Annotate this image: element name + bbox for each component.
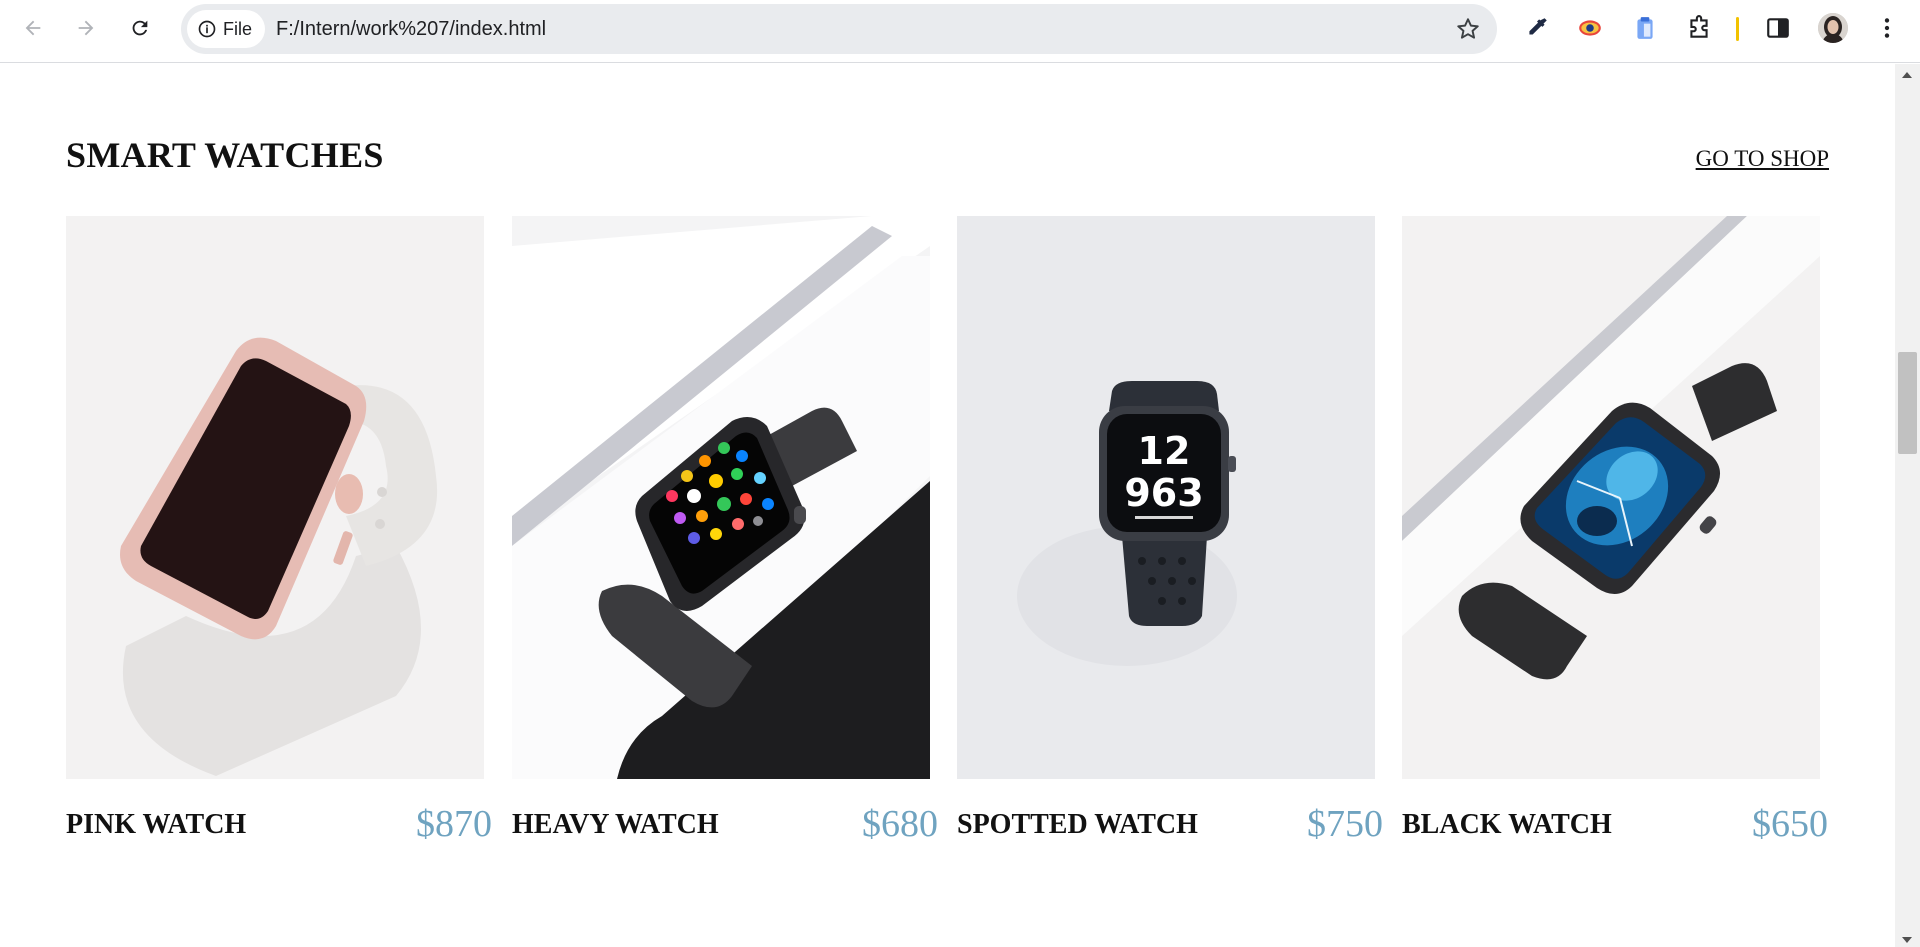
product-card[interactable]: 12 963 SPOTTED WATCH $750 [957, 216, 1383, 845]
product-price: $870 [416, 803, 492, 845]
scroll-down-icon[interactable] [1902, 937, 1912, 943]
product-name[interactable]: BLACK WATCH [1402, 809, 1612, 841]
svg-text:12: 12 [1138, 429, 1191, 473]
puzzle-extensions-icon [1690, 15, 1708, 38]
product-image-pink-watch[interactable] [66, 216, 484, 779]
extensions-button[interactable] [1684, 13, 1714, 43]
product-name[interactable]: SPOTTED WATCH [957, 809, 1198, 841]
browser-toolbar: File F:/Intern/work%207/index.html [0, 0, 1920, 63]
section-title: SMART WATCHES [66, 135, 384, 175]
side-panel-button[interactable] [1763, 13, 1793, 43]
product-name[interactable]: PINK WATCH [66, 809, 246, 841]
url-text[interactable]: F:/Intern/work%207/index.html [276, 4, 546, 54]
site-chip-label: File [223, 18, 253, 39]
address-bar[interactable]: File F:/Intern/work%207/index.html [181, 4, 1497, 54]
product-image-spotted-watch[interactable]: 12 963 [957, 216, 1375, 779]
forward-button[interactable] [68, 10, 104, 46]
product-card[interactable]: HEAVY WATCH $680 [512, 216, 938, 845]
vertical-scrollbar[interactable] [1895, 64, 1920, 947]
forward-icon [78, 20, 94, 36]
reload-button[interactable] [122, 10, 158, 46]
product-price: $750 [1307, 803, 1383, 845]
eyedropper-icon [1529, 18, 1547, 35]
clipboard-extension-icon [1637, 17, 1653, 39]
product-price: $650 [1752, 803, 1828, 845]
eye-extension[interactable] [1575, 13, 1605, 43]
svg-text:963: 963 [1124, 471, 1203, 515]
product-price: $680 [862, 803, 938, 845]
more-menu-button[interactable] [1872, 13, 1902, 43]
product-image-black-watch[interactable] [1402, 216, 1820, 779]
toolbar-separator [1736, 17, 1739, 41]
product-image-heavy-watch[interactable] [512, 216, 930, 779]
more-menu-icon [1884, 18, 1890, 38]
go-to-shop-link[interactable]: GO TO SHOP [1696, 146, 1829, 172]
back-icon [25, 20, 41, 36]
scroll-up-icon[interactable] [1902, 72, 1912, 78]
clipboard-extension[interactable] [1630, 13, 1660, 43]
eye-extension-icon [1579, 20, 1601, 36]
reload-icon [132, 20, 148, 36]
back-button[interactable] [15, 10, 51, 46]
info-icon [198, 20, 216, 38]
product-card[interactable]: PINK WATCH $870 [66, 216, 492, 845]
eyedropper-extension[interactable] [1522, 13, 1552, 43]
product-card[interactable]: BLACK WATCH $650 [1402, 216, 1828, 845]
product-name[interactable]: HEAVY WATCH [512, 809, 719, 841]
profile-avatar[interactable] [1818, 13, 1848, 43]
page-content: SMART WATCHES GO TO SHOP PINK WATCH $870 [0, 64, 1895, 947]
scrollbar-thumb[interactable] [1898, 352, 1917, 454]
bookmark-star-icon[interactable] [1455, 16, 1481, 42]
site-info-chip[interactable]: File [187, 10, 266, 48]
side-panel-icon [1767, 18, 1789, 38]
